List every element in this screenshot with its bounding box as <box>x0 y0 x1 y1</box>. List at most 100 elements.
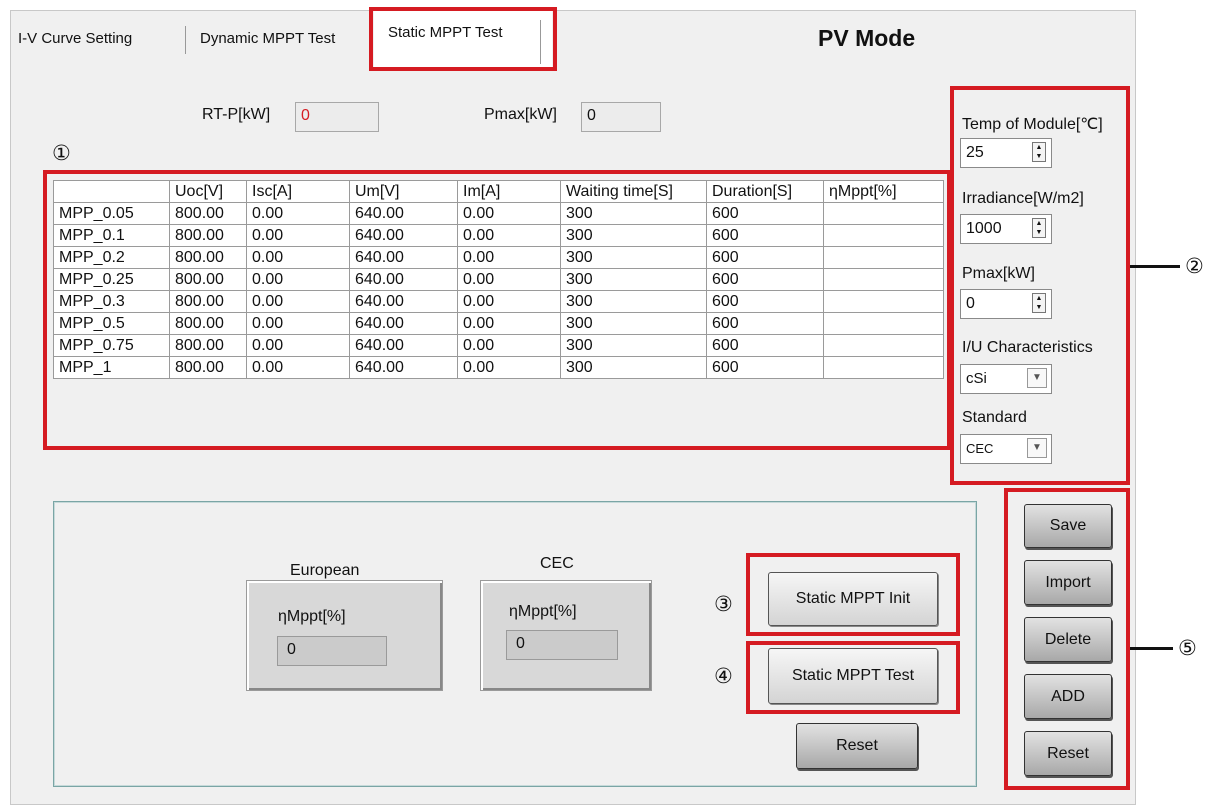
table-row[interactable]: MPP_1 800.00 0.00 640.00 0.00 300 600 <box>53 356 944 379</box>
standard-label: Standard <box>962 409 1027 426</box>
table-cell[interactable] <box>823 290 944 313</box>
chevron-down-icon[interactable]: ▼ <box>1027 438 1047 458</box>
iu-select[interactable]: cSi ▼ <box>960 364 1052 394</box>
cec-value: 0 <box>506 630 618 660</box>
import-button[interactable]: Import <box>1024 560 1112 605</box>
table-cell[interactable]: 640.00 <box>349 312 458 335</box>
table-cell[interactable]: 640.00 <box>349 290 458 313</box>
table-row-header[interactable]: MPP_0.05 <box>53 202 170 225</box>
table-cell[interactable]: 0.00 <box>457 312 561 335</box>
table-cell[interactable]: 640.00 <box>349 356 458 379</box>
table-cell[interactable]: 640.00 <box>349 334 458 357</box>
table-cell[interactable]: 0.00 <box>246 268 350 291</box>
table-cell[interactable] <box>823 312 944 335</box>
table-cell[interactable]: 600 <box>706 290 824 313</box>
spinner-arrows-icon[interactable]: ▲ ▼ <box>1032 293 1046 313</box>
table-cell[interactable]: 0.00 <box>457 290 561 313</box>
delete-button[interactable]: Delete <box>1024 617 1112 662</box>
table-cell[interactable]: 0.00 <box>457 268 561 291</box>
table-cell[interactable]: 300 <box>560 202 707 225</box>
table-cell[interactable]: 640.00 <box>349 202 458 225</box>
add-button[interactable]: ADD <box>1024 674 1112 719</box>
table-cell[interactable]: 640.00 <box>349 268 458 291</box>
table-cell[interactable]: 0.00 <box>246 290 350 313</box>
table-cell[interactable]: 800.00 <box>169 202 247 225</box>
table-cell[interactable]: 0.00 <box>246 246 350 269</box>
standard-select[interactable]: CEC ▼ <box>960 434 1052 464</box>
spinner-arrows-icon[interactable]: ▲ ▼ <box>1032 218 1046 238</box>
table-cell[interactable]: 800.00 <box>169 246 247 269</box>
table-cell[interactable]: 0.00 <box>246 202 350 225</box>
table-cell[interactable]: 0.00 <box>457 202 561 225</box>
table-row-header[interactable]: MPP_0.2 <box>53 246 170 269</box>
table-cell[interactable] <box>823 246 944 269</box>
table-cell[interactable]: 0.00 <box>457 246 561 269</box>
iu-value: cSi <box>966 370 987 387</box>
table-cell[interactable]: 300 <box>560 290 707 313</box>
table-cell[interactable]: 300 <box>560 334 707 357</box>
table-row-header[interactable]: MPP_0.25 <box>53 268 170 291</box>
table-cell[interactable]: 0.00 <box>246 312 350 335</box>
static-mppt-init-button[interactable]: Static MPPT Init <box>768 572 938 626</box>
table-cell[interactable]: 0.00 <box>457 356 561 379</box>
table-cell[interactable]: 600 <box>706 312 824 335</box>
table-row[interactable]: MPP_0.3 800.00 0.00 640.00 0.00 300 600 <box>53 290 944 313</box>
temp-spinner[interactable]: 25 ▲ ▼ <box>960 138 1052 168</box>
table-cell[interactable]: 800.00 <box>169 290 247 313</box>
table-cell[interactable] <box>823 268 944 291</box>
table-cell[interactable]: 0.00 <box>457 224 561 247</box>
reset-main-button[interactable]: Reset <box>796 723 918 769</box>
tab-divider <box>185 26 186 54</box>
spinner-arrows-icon[interactable]: ▲ ▼ <box>1032 142 1046 162</box>
table-row-header[interactable]: MPP_0.75 <box>53 334 170 357</box>
table-cell[interactable]: 600 <box>706 224 824 247</box>
table-cell[interactable]: 0.00 <box>246 356 350 379</box>
table-cell[interactable]: 0.00 <box>457 334 561 357</box>
table-row-header[interactable]: MPP_0.1 <box>53 224 170 247</box>
table-cell[interactable]: 300 <box>560 224 707 247</box>
table-cell[interactable]: 640.00 <box>349 246 458 269</box>
table-row[interactable]: MPP_0.2 800.00 0.00 640.00 0.00 300 600 <box>53 246 944 269</box>
irradiance-spinner[interactable]: 1000 ▲ ▼ <box>960 214 1052 244</box>
table-cell[interactable]: 300 <box>560 312 707 335</box>
reset-side-button[interactable]: Reset <box>1024 731 1112 776</box>
pmax-label: Pmax[kW] <box>962 265 1035 282</box>
table-cell[interactable] <box>823 334 944 357</box>
table-row[interactable]: MPP_0.5 800.00 0.00 640.00 0.00 300 600 <box>53 312 944 335</box>
table-row[interactable]: MPP_0.1 800.00 0.00 640.00 0.00 300 600 <box>53 224 944 247</box>
table-row[interactable]: MPP_0.05 800.00 0.00 640.00 0.00 300 600 <box>53 202 944 225</box>
table-row[interactable]: MPP_0.25 800.00 0.00 640.00 0.00 300 600 <box>53 268 944 291</box>
table-cell[interactable]: 800.00 <box>169 312 247 335</box>
table-cell[interactable]: 0.00 <box>246 224 350 247</box>
static-mppt-test-button[interactable]: Static MPPT Test <box>768 648 938 704</box>
table-cell[interactable]: 800.00 <box>169 224 247 247</box>
table-cell[interactable]: 800.00 <box>169 268 247 291</box>
table-cell[interactable]: 600 <box>706 268 824 291</box>
table-cell[interactable] <box>823 202 944 225</box>
table-header-cell: Waiting time[S] <box>560 180 707 203</box>
table-row-header[interactable]: MPP_0.3 <box>53 290 170 313</box>
table-cell[interactable] <box>823 356 944 379</box>
table-cell[interactable]: 300 <box>560 246 707 269</box>
table-cell[interactable]: 300 <box>560 356 707 379</box>
table-cell[interactable]: 0.00 <box>246 334 350 357</box>
table-row-header[interactable]: MPP_0.5 <box>53 312 170 335</box>
table-cell[interactable]: 300 <box>560 268 707 291</box>
tab-iv-curve-setting[interactable]: I-V Curve Setting <box>18 29 132 49</box>
table-cell[interactable]: 800.00 <box>169 334 247 357</box>
table-row[interactable]: MPP_0.75 800.00 0.00 640.00 0.00 300 600 <box>53 334 944 357</box>
table-cell[interactable]: 600 <box>706 246 824 269</box>
table-cell[interactable]: 600 <box>706 202 824 225</box>
table-cell[interactable] <box>823 224 944 247</box>
table-cell[interactable]: 600 <box>706 356 824 379</box>
highlight-tab <box>369 7 557 71</box>
table-cell[interactable]: 640.00 <box>349 224 458 247</box>
chevron-down-icon[interactable]: ▼ <box>1027 368 1047 388</box>
save-button[interactable]: Save <box>1024 504 1112 548</box>
pmax-spinner[interactable]: 0 ▲ ▼ <box>960 289 1052 319</box>
table-cell[interactable]: 800.00 <box>169 356 247 379</box>
table-cell[interactable]: 600 <box>706 334 824 357</box>
table-row-header[interactable]: MPP_1 <box>53 356 170 379</box>
table-header-cell: Im[A] <box>457 180 561 203</box>
tab-dynamic-mppt-test[interactable]: Dynamic MPPT Test <box>200 29 335 49</box>
